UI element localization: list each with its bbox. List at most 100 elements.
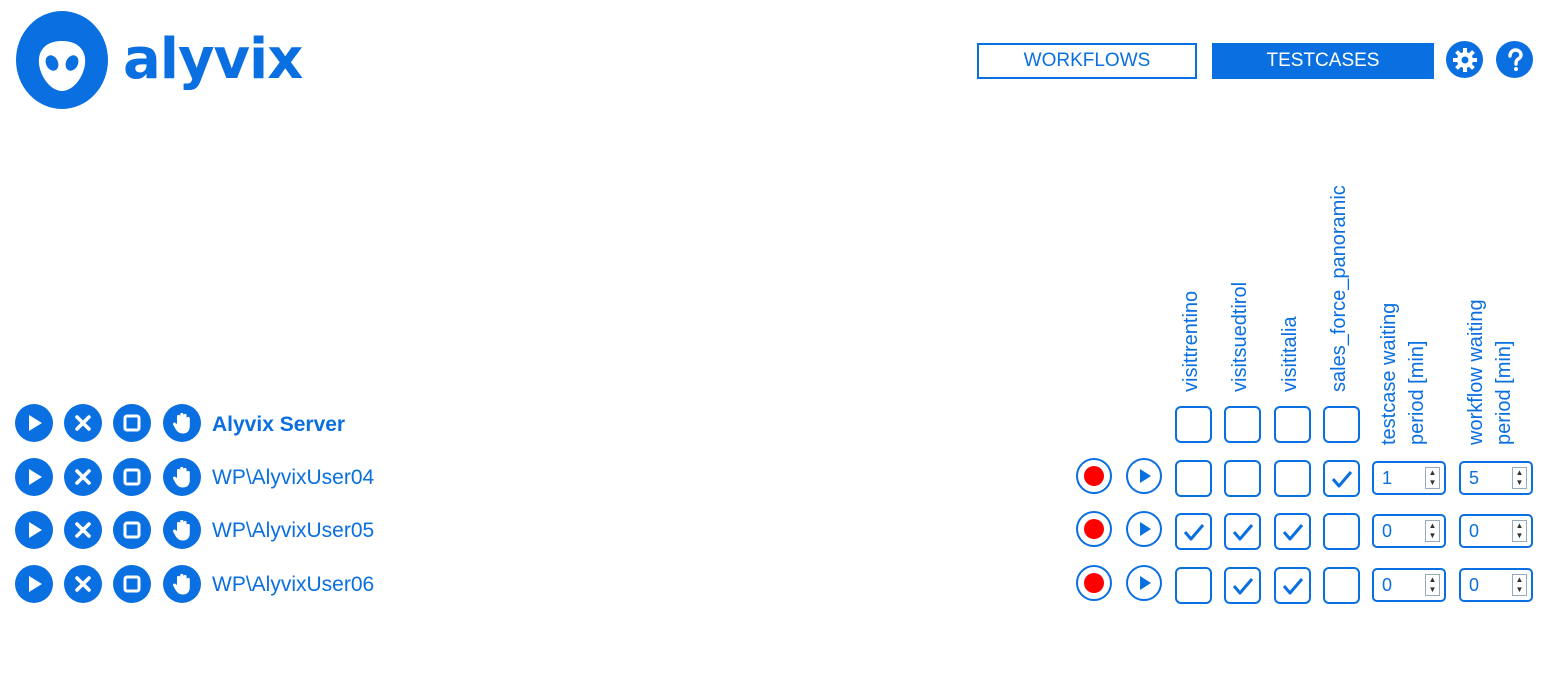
spin-up-icon[interactable]: ▲ [1513,575,1526,585]
play-outline-icon [1140,522,1151,536]
testcase-wait-spinbox-value[interactable] [1382,520,1422,542]
play-row-button[interactable] [1126,511,1162,547]
hold-button[interactable] [163,511,201,549]
column-header-visitsuedtirol: visitsuedtirol [1229,281,1251,392]
server-checkbox-visititalia[interactable] [1274,406,1311,443]
run-button[interactable] [15,511,53,549]
play-row-button[interactable] [1126,565,1162,601]
column-header-workflow-wait-line1: workflow waiting [1465,299,1487,445]
row-checkbox-sales_force_panoramic[interactable] [1323,513,1360,550]
record-button[interactable] [1076,565,1112,601]
workflow-wait-spinbox[interactable]: ▲▼ [1459,461,1533,495]
record-button[interactable] [1076,458,1112,494]
testcase-wait-spinbox[interactable]: ▲▼ [1372,461,1446,495]
column-header-visittrentino: visittrentino [1180,290,1202,392]
workflow-wait-spinbox-value[interactable] [1469,574,1509,596]
spin-arrows[interactable]: ▲ ▼ [1512,520,1527,542]
hold-button[interactable] [163,404,201,442]
abort-button[interactable] [64,565,102,603]
stop-icon [123,414,141,432]
row-checkbox-visittrentino[interactable] [1175,513,1212,550]
row-checkbox-visitsuedtirol[interactable] [1224,567,1261,604]
hand-icon [172,466,190,488]
run-button[interactable] [15,404,53,442]
workflow-wait-spinbox-value[interactable] [1469,520,1509,542]
column-header-testcase-wait-line2: period [min] [1406,340,1428,446]
abort-button[interactable] [64,458,102,496]
settings-button[interactable] [1446,41,1483,78]
server-checkbox-visitsuedtirol[interactable] [1224,406,1261,443]
close-icon [75,576,91,592]
column-header-testcase-wait-line1: testcase waiting [1378,302,1400,445]
stop-button[interactable] [113,458,151,496]
logo-text: alyvix [123,27,303,92]
close-icon [75,469,91,485]
testcase-wait-spinbox-value[interactable] [1382,467,1422,489]
abort-button[interactable] [64,511,102,549]
spin-up-icon[interactable]: ▲ [1513,468,1526,478]
play-icon [29,522,42,538]
testcases-tab[interactable]: TESTCASES [1212,43,1434,79]
row-checkbox-sales_force_panoramic[interactable] [1323,567,1360,604]
row-checkbox-visititalia[interactable] [1274,567,1311,604]
spin-down-icon[interactable]: ▼ [1426,478,1439,488]
row-checkbox-visitsuedtirol[interactable] [1224,513,1261,550]
row-checkbox-visititalia[interactable] [1274,513,1311,550]
testcase-wait-spinbox[interactable]: ▲▼ [1372,568,1446,602]
server-checkbox-sales_force_panoramic[interactable] [1323,406,1360,443]
spin-down-icon[interactable]: ▼ [1513,585,1526,595]
play-outline-icon [1140,469,1151,483]
stop-button[interactable] [113,404,151,442]
workflow-wait-spinbox-value[interactable] [1469,467,1509,489]
run-button[interactable] [15,458,53,496]
play-row-button[interactable] [1126,458,1162,494]
hold-button[interactable] [163,565,201,603]
row-checkbox-sales_force_panoramic[interactable] [1323,460,1360,497]
abort-button[interactable] [64,404,102,442]
row-checkbox-visittrentino[interactable] [1175,567,1212,604]
testcase-wait-spinbox-value[interactable] [1382,574,1422,596]
stop-button[interactable] [113,511,151,549]
spin-down-icon[interactable]: ▼ [1513,531,1526,541]
workflow-wait-spinbox[interactable]: ▲▼ [1459,568,1533,602]
column-header-visititalia: visititalia [1279,316,1301,392]
spin-up-icon[interactable]: ▲ [1426,468,1439,478]
check-icon [1331,470,1352,487]
spin-down-icon[interactable]: ▼ [1426,585,1439,595]
run-button[interactable] [15,565,53,603]
hand-icon [172,519,190,541]
spin-arrows[interactable]: ▲ ▼ [1425,520,1440,542]
close-icon [75,522,91,538]
server-checkbox-visittrentino[interactable] [1175,406,1212,443]
check-icon [1183,523,1204,540]
row-checkbox-visititalia[interactable] [1274,460,1311,497]
stop-button[interactable] [113,565,151,603]
play-outline-icon [1140,576,1151,590]
row-checkbox-visitsuedtirol[interactable] [1224,460,1261,497]
row-label: WP\AlyvixUser06 [212,573,375,596]
hand-icon [172,412,190,434]
record-icon [1084,466,1104,486]
close-icon [75,415,91,431]
logo-icon [16,11,108,109]
spin-up-icon[interactable]: ▲ [1426,575,1439,585]
spin-arrows[interactable]: ▲ ▼ [1425,467,1440,489]
spin-arrows[interactable]: ▲ ▼ [1512,467,1527,489]
testcase-wait-spinbox[interactable]: ▲▼ [1372,514,1446,548]
check-icon [1232,577,1253,594]
gear-icon [1452,47,1477,72]
help-button[interactable] [1496,41,1533,78]
spin-up-icon[interactable]: ▲ [1426,521,1439,531]
record-button[interactable] [1076,511,1112,547]
row-checkbox-visittrentino[interactable] [1175,460,1212,497]
workflow-wait-spinbox[interactable]: ▲▼ [1459,514,1533,548]
check-icon [1232,523,1253,540]
workflows-tab[interactable]: WORKFLOWS [977,43,1197,79]
spin-down-icon[interactable]: ▼ [1513,478,1526,488]
spin-down-icon[interactable]: ▼ [1426,531,1439,541]
spin-up-icon[interactable]: ▲ [1513,521,1526,531]
spin-arrows[interactable]: ▲ ▼ [1512,574,1527,596]
server-label: Alyvix Server [212,413,346,436]
spin-arrows[interactable]: ▲ ▼ [1425,574,1440,596]
hold-button[interactable] [163,458,201,496]
